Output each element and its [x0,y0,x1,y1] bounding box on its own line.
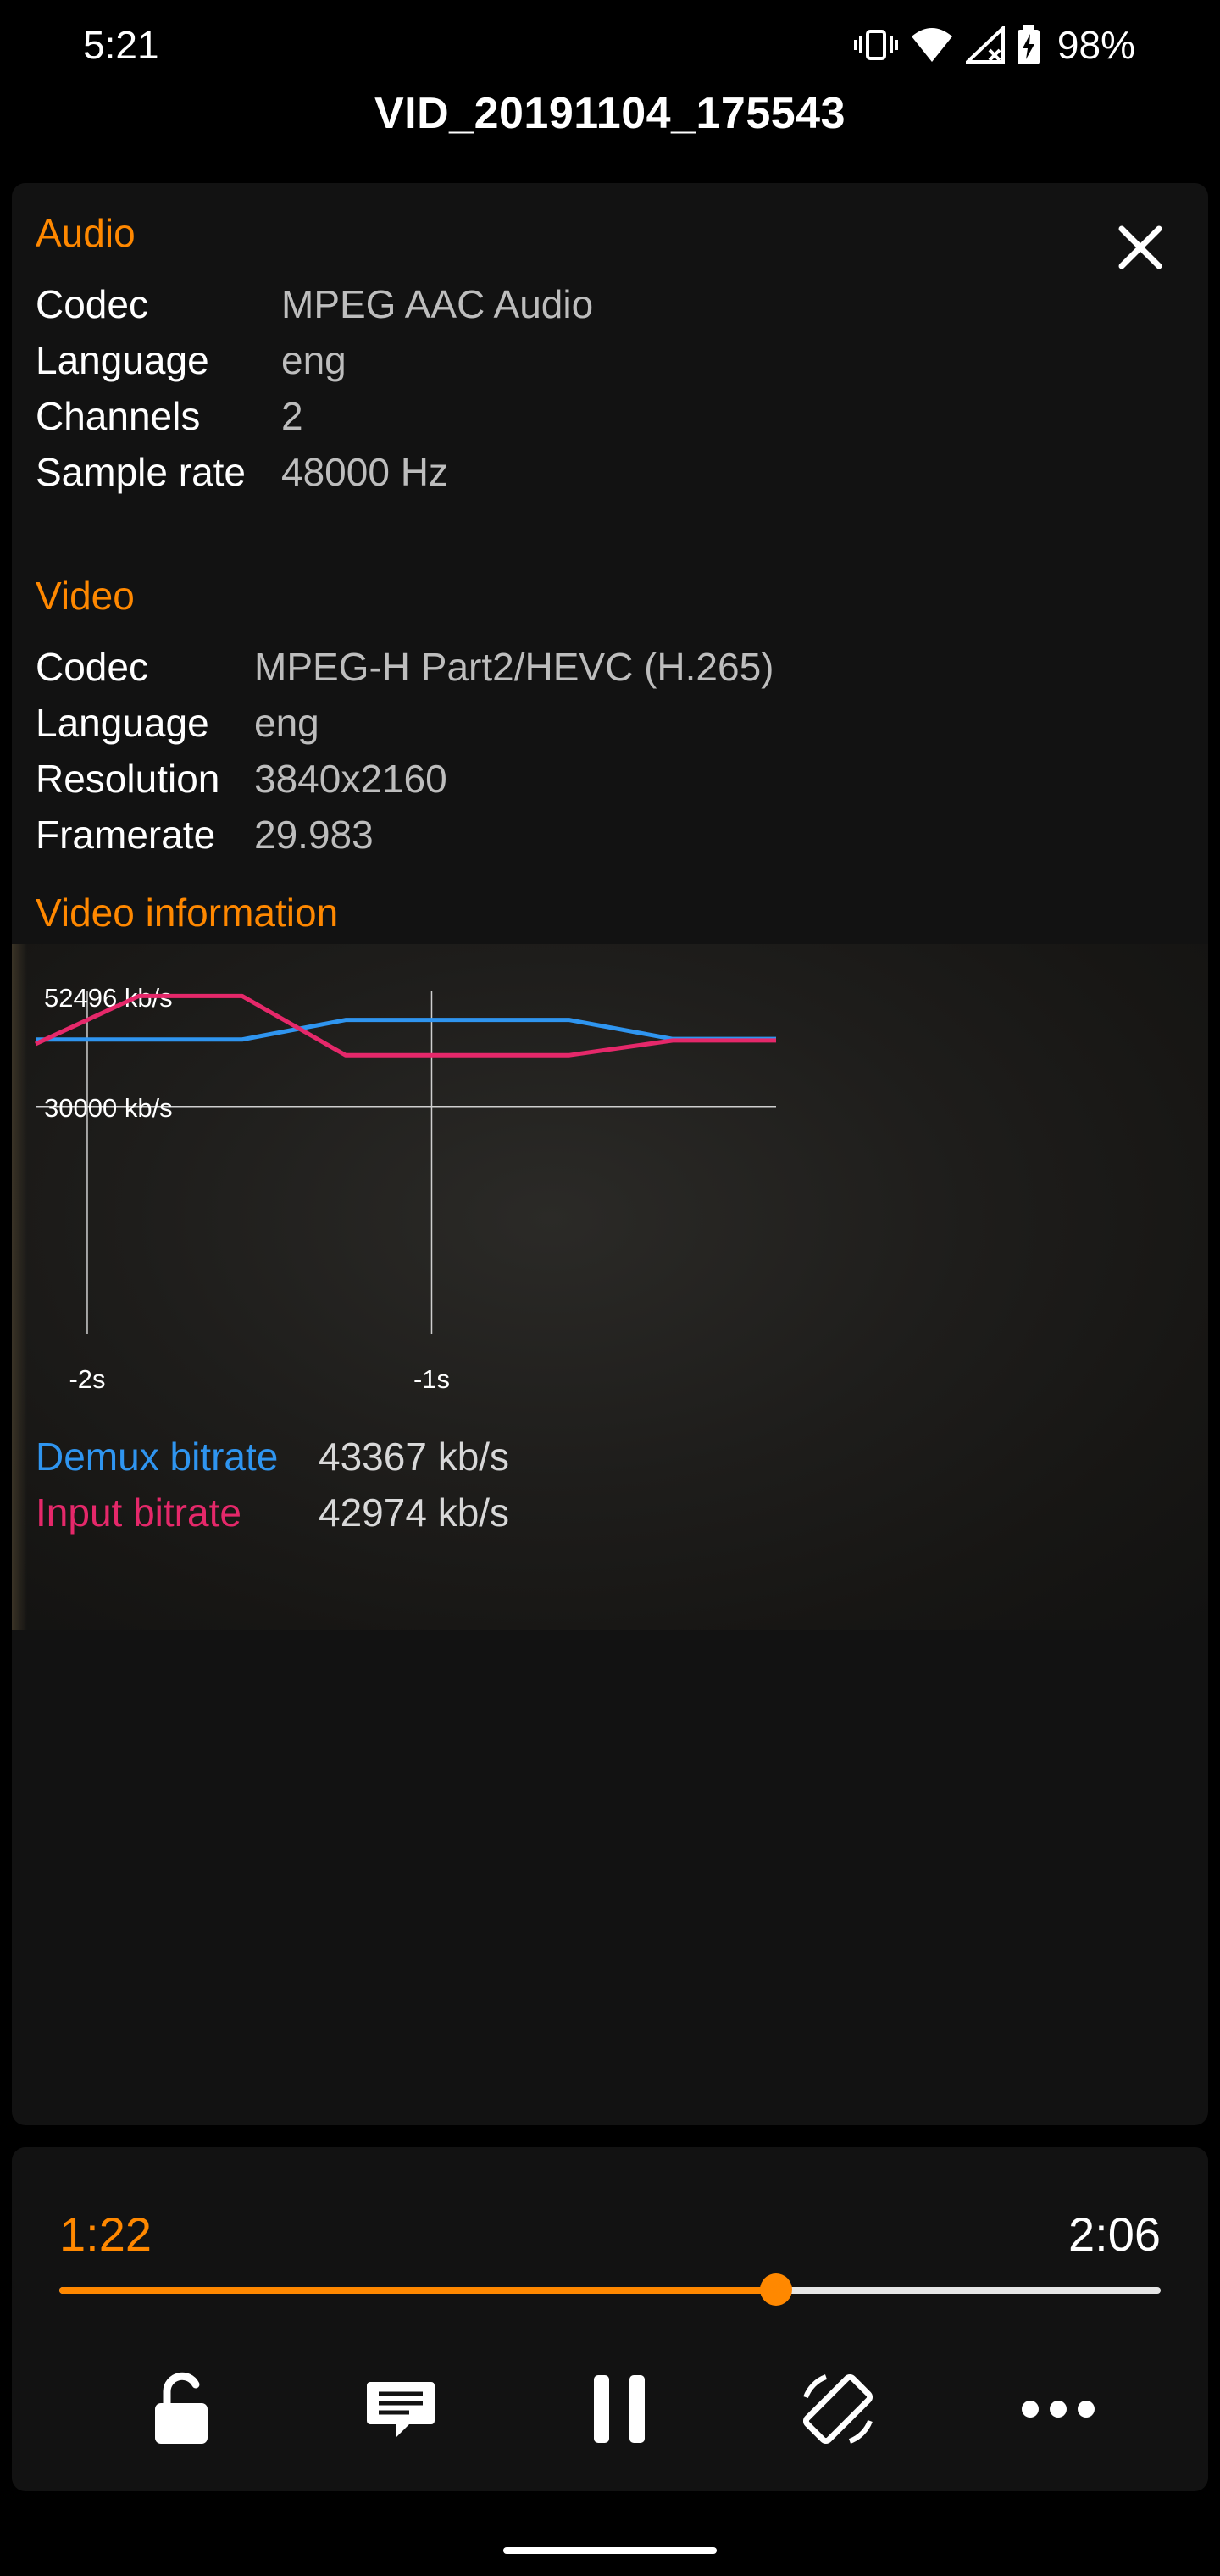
row-label: Sample rate [36,450,247,494]
row-value: eng [281,338,347,382]
more-icon [1022,2401,1095,2418]
vibrate-icon [853,26,898,64]
legend-label-input: Input bitrate [36,1491,241,1535]
legend-value-input: 42974 kb/s [319,1491,510,1535]
seek-progress [59,2287,777,2294]
status-bar: 5:21 98% [0,0,1220,85]
pause-icon [594,2375,645,2443]
rotate-screen-button[interactable] [791,2362,884,2456]
row-label: Framerate [36,813,216,857]
video-title: VID_20191104_175543 [374,89,846,138]
row-value: MPEG AAC Audio [281,282,594,326]
y-tick-label: 30000 kb/s [44,1093,173,1123]
lock-icon [155,2372,208,2444]
status-icons: 98% [853,22,1135,68]
row-value: 2 [281,394,303,438]
battery-charging-icon [1017,25,1040,64]
row-label: Codec [36,282,148,326]
row-label: Channels [36,394,201,438]
wifi-icon [910,26,954,64]
row-label: Language [36,338,209,382]
demux-bitrate-line [36,1018,776,1042]
rotate-icon [802,2373,873,2445]
playback-controls: 1:22 2:06 [12,2147,1208,2491]
legend-label-demux: Demux bitrate [36,1435,279,1479]
row-value: eng [254,701,319,745]
video-information-heading: Video information [36,891,339,935]
legend-value-demux: 43367 kb/s [319,1435,510,1479]
video-heading: Video [36,574,135,618]
row-label: Language [36,701,209,745]
legend-demux: Demux bitrate 43367 kb/s [36,1429,509,1485]
row-value: 29.983 [254,813,374,857]
x-tick-label: -2s [69,1364,105,1394]
seek-thumb[interactable] [760,2273,793,2306]
audio-heading: Audio [36,211,136,255]
close-icon [1118,225,1162,269]
bitrate-graph-area: 52496 kb/s 30000 kb/s -2s -1s Demux bitrate… [12,944,1208,1630]
lock-button[interactable] [136,2362,229,2456]
row-value: 3840x2160 [254,757,447,801]
signal-icon [965,26,1005,64]
legend-input: Input bitrate 42974 kb/s [36,1485,509,1541]
total-duration[interactable]: 2:06 [1068,2207,1161,2262]
current-time: 1:22 [59,2207,152,2261]
close-button[interactable] [1110,217,1171,278]
subtitles-icon [367,2382,435,2438]
row-value: 48000 Hz [281,450,448,494]
seek-bar[interactable] [59,2273,1161,2306]
subtitles-button[interactable] [354,2362,447,2456]
status-time: 5:21 [83,23,159,67]
more-options-button[interactable] [1012,2362,1105,2456]
pause-button[interactable] [573,2362,666,2456]
x-tick-label: -1s [413,1364,450,1394]
home-indicator[interactable] [503,2547,717,2554]
media-info-panel: Audio Codec MPEG AAC Audio Language eng Ch… [12,183,1208,2125]
row-label: Codec [36,645,148,689]
battery-percentage: 98% [1056,23,1135,67]
row-value: MPEG-H Part2/HEVC (H.265) [254,645,774,689]
row-label: Resolution [36,757,220,801]
